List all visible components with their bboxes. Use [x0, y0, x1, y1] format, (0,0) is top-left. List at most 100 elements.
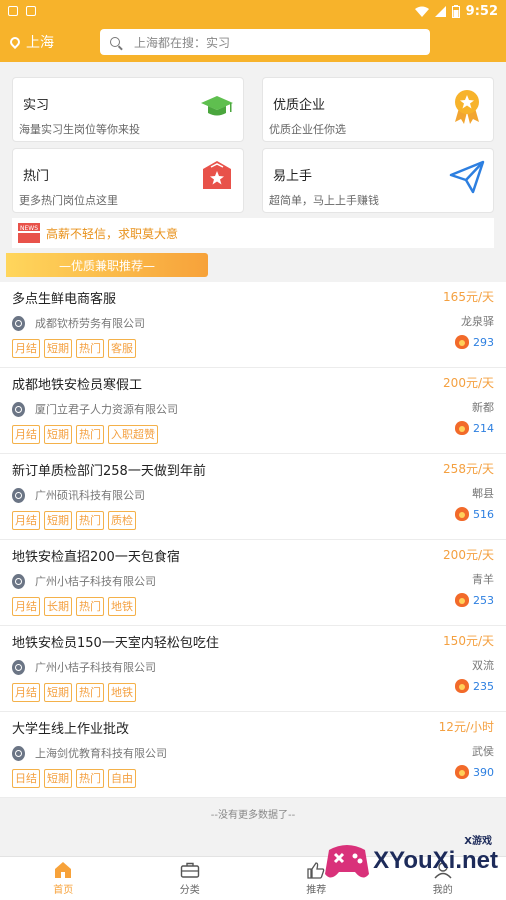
job-area: 新都 — [472, 401, 494, 414]
nav-category[interactable]: 分类 — [127, 857, 254, 900]
job-tag: 日结 — [12, 769, 40, 788]
job-area: 龙泉驿 — [461, 315, 494, 328]
svg-text:NEWS: NEWS — [20, 225, 38, 232]
job-salary: 12元/小时 — [438, 720, 494, 734]
job-item[interactable]: 大学生线上作业批改 上海剑优教育科技有限公司 日结 短期 热门 自由 12元/小… — [0, 712, 506, 798]
job-tag: 月结 — [12, 597, 40, 616]
section-title: —优质兼职推荐— — [6, 253, 208, 277]
job-title: 成都地铁安检员寒假工 — [12, 378, 143, 393]
job-tag: 月结 — [12, 339, 40, 358]
job-title: 地铁安检直招200一天包食宿 — [12, 550, 180, 565]
signal-icon — [434, 5, 446, 17]
job-tag: 月结 — [12, 511, 40, 530]
job-item[interactable]: 地铁安检员150一天室内轻松包吃住 广州小桔子科技有限公司 月结 短期 热门 地… — [0, 626, 506, 712]
medal-icon — [12, 315, 25, 331]
company-name: 成都钦桥劳务有限公司 — [35, 317, 145, 330]
job-area: 双流 — [472, 659, 494, 672]
graduation-cap-icon — [201, 96, 233, 116]
nav-label: 首页 — [53, 885, 74, 896]
search-icon — [110, 37, 120, 47]
card-quality-company[interactable]: 优质企业 优质企业任你选 — [262, 77, 494, 142]
notice-text: 高薪不轻信，求职莫大意 — [46, 226, 179, 241]
card-internship[interactable]: 实习 海量实习生岗位等你来投 — [12, 77, 244, 142]
nav-home[interactable]: 首页 — [0, 857, 127, 900]
hot-value: 390 — [473, 765, 494, 779]
battery-icon — [451, 4, 460, 18]
job-tags: 日结 短期 热门 自由 — [12, 769, 506, 788]
notification-icon — [8, 6, 18, 16]
job-salary: 258元/天 — [443, 462, 494, 476]
gamepad-logo-icon — [325, 845, 370, 878]
job-salary: 200元/天 — [443, 376, 494, 390]
nav-label: 我的 — [432, 885, 453, 896]
watermark-brand: XYouXi.net — [373, 847, 498, 874]
city-selector[interactable]: 上海 — [7, 32, 100, 52]
flame-icon — [455, 679, 469, 693]
medal-icon — [12, 401, 25, 417]
watermark: X游戏 XYouXi.net — [323, 836, 498, 882]
job-tag: 自由 — [108, 769, 136, 788]
job-item[interactable]: 地铁安检直招200一天包食宿 广州小桔子科技有限公司 月结 长期 热门 地铁 2… — [0, 540, 506, 626]
flame-icon — [455, 593, 469, 607]
header: 上海 上海都在搜：实习 — [0, 22, 506, 62]
job-tag: 热门 — [76, 339, 104, 358]
job-tag: 月结 — [12, 683, 40, 702]
job-tag: 热门 — [76, 769, 104, 788]
location-pin-icon — [7, 34, 23, 50]
job-tag: 客服 — [108, 339, 136, 358]
flame-icon — [455, 335, 469, 349]
job-tag: 短期 — [44, 769, 72, 788]
briefcase-icon — [180, 862, 199, 878]
job-tag: 质检 — [108, 511, 136, 530]
clock: 9:52 — [465, 3, 498, 19]
star-shield-icon — [203, 161, 231, 189]
job-tag: 短期 — [44, 425, 72, 444]
hot-count: 253 — [455, 593, 494, 607]
hot-value: 253 — [473, 593, 494, 607]
search-input[interactable]: 上海都在搜：实习 — [100, 29, 430, 55]
job-title: 地铁安检员150一天室内轻松包吃住 — [12, 636, 219, 651]
job-tag: 热门 — [76, 511, 104, 530]
notification-icons — [8, 6, 36, 16]
medal-icon — [12, 745, 25, 761]
job-salary: 150元/天 — [443, 634, 494, 648]
job-item[interactable]: 新订单质检部门258一天做到年前 广州硕讯科技有限公司 月结 短期 热门 质检 … — [0, 454, 506, 540]
job-tags: 月结 短期 热门 质检 — [12, 511, 506, 530]
job-tag: 热门 — [76, 425, 104, 444]
card-subtitle: 超简单，马上上手赚钱 — [269, 194, 379, 207]
job-tag: 热门 — [76, 597, 104, 616]
card-subtitle: 优质企业任你选 — [269, 123, 346, 136]
job-title: 多点生鲜电商客服 — [12, 292, 117, 307]
company-name: 广州硕讯科技有限公司 — [35, 489, 145, 502]
job-item[interactable]: 成都地铁安检员寒假工 厦门立君子人力资源有限公司 月结 短期 热门 入职超赞 2… — [0, 368, 506, 454]
job-company: 广州小桔子科技有限公司 — [12, 659, 506, 675]
job-item[interactable]: 多点生鲜电商客服 成都钦桥劳务有限公司 月结 短期 热门 客服 165元/天 龙… — [0, 282, 506, 368]
city-name: 上海 — [26, 35, 54, 51]
status-right: 9:52 — [414, 3, 498, 19]
home-icon — [55, 862, 72, 878]
job-tags: 月结 短期 热门 客服 — [12, 339, 506, 358]
medal-icon — [12, 659, 25, 675]
job-area: 郫县 — [472, 487, 494, 500]
job-title: 新订单质检部门258一天做到年前 — [12, 464, 206, 479]
hot-count: 293 — [455, 335, 494, 349]
job-tag: 地铁 — [108, 683, 136, 702]
flame-icon — [455, 507, 469, 521]
job-tags: 月结 短期 热门 地铁 — [12, 683, 506, 702]
medal-icon — [12, 573, 25, 589]
flame-icon — [455, 421, 469, 435]
card-easy-start[interactable]: 易上手 超简单，马上上手赚钱 — [262, 148, 494, 213]
job-area: 武侯 — [472, 745, 494, 758]
hot-count: 390 — [455, 765, 494, 779]
news-icon: NEWS — [18, 223, 40, 243]
notice-bar[interactable]: NEWS 高薪不轻信，求职莫大意 — [12, 218, 494, 248]
job-tag: 短期 — [44, 339, 72, 358]
job-tag: 月结 — [12, 425, 40, 444]
hot-count: 516 — [455, 507, 494, 521]
job-area: 青羊 — [472, 573, 494, 586]
job-tags: 月结 长期 热门 地铁 — [12, 597, 506, 616]
nav-label: 分类 — [179, 885, 200, 896]
job-tag: 短期 — [44, 511, 72, 530]
search-placeholder: 上海都在搜：实习 — [134, 35, 231, 50]
card-hot[interactable]: 热门 更多热门岗位点这里 — [12, 148, 244, 213]
